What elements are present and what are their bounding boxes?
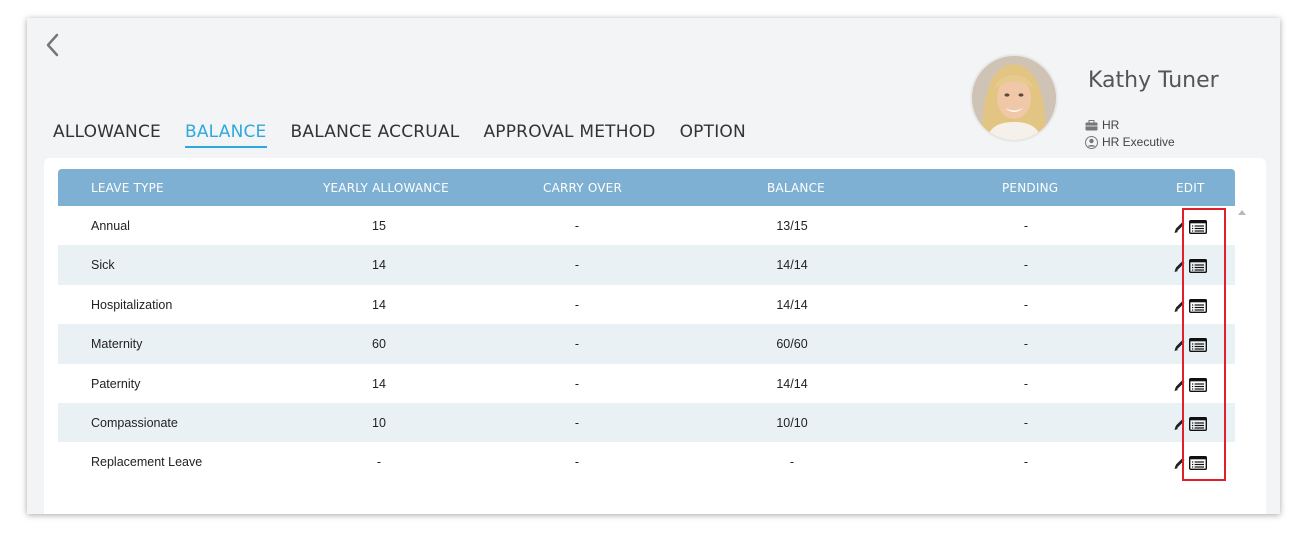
cell-carry-over: - (574, 455, 580, 470)
profile-department-label: HR (1102, 118, 1120, 132)
row-actions (1173, 456, 1208, 473)
cell-pending: - (1023, 258, 1029, 273)
cell-yearly-allowance: 14 (372, 297, 386, 312)
cell-pending: - (1023, 219, 1029, 233)
table-header: LEAVE TYPE YEARLY ALLOWANCE CARRY OVER B… (58, 169, 1235, 206)
cell-carry-over: - (574, 258, 580, 273)
profile-position-label: HR Executive (1102, 135, 1175, 149)
briefcase-icon (1085, 119, 1098, 130)
header-carry-over: CARRY OVER (543, 181, 623, 195)
cell-balance: 14/14 (776, 258, 808, 273)
cell-yearly-allowance: - (376, 455, 382, 470)
list-icon[interactable] (1188, 416, 1208, 434)
tab-allowance[interactable]: ALLOWANCE (53, 122, 161, 148)
cell-yearly-allowance: 10 (372, 415, 386, 430)
table-row: Compassionate 10 - 10/10 - (58, 402, 1235, 443)
chevron-left-icon (46, 33, 59, 57)
tab-balance-accrual[interactable]: BALANCE ACCRUAL (291, 122, 460, 148)
table-body: Annual 15 - 13/15 - Sick 14 - 14/14 - Ho… (58, 206, 1235, 482)
header-yearly-allowance: YEARLY ALLOWANCE (323, 181, 449, 195)
cell-yearly-allowance: 14 (372, 376, 386, 391)
cell-balance: 60/60 (776, 337, 808, 352)
cell-leave-type: Compassionate (91, 415, 178, 430)
avatar (970, 54, 1058, 142)
cell-carry-over: - (574, 376, 580, 391)
pencil-icon[interactable] (1173, 338, 1186, 355)
cell-balance: 14/14 (776, 376, 808, 391)
user-circle-icon (1085, 135, 1098, 149)
header-pending: PENDING (1002, 181, 1059, 195)
header-edit: EDIT (1176, 181, 1205, 195)
tab-balance[interactable]: BALANCE (184, 122, 267, 148)
cell-balance: 10/10 (776, 415, 808, 430)
list-icon[interactable] (1188, 219, 1208, 237)
leave-settings-card: ALLOWANCE BALANCE BALANCE ACCRUAL APPROV… (27, 18, 1280, 514)
profile-position: HR Executive (1085, 135, 1175, 149)
cell-yearly-allowance: 14 (372, 258, 386, 273)
table-row: Maternity 60 - 60/60 - (58, 324, 1235, 364)
list-icon[interactable] (1188, 377, 1208, 395)
back-button[interactable] (41, 32, 63, 58)
list-icon[interactable] (1188, 298, 1208, 316)
row-actions (1173, 338, 1208, 355)
cell-balance: 13/15 (776, 219, 808, 233)
balance-table-panel: LEAVE TYPE YEARLY ALLOWANCE CARRY OVER B… (44, 158, 1266, 514)
profile-department: HR (1085, 118, 1119, 132)
cell-carry-over: - (574, 297, 580, 312)
pencil-icon[interactable] (1173, 456, 1186, 473)
cell-leave-type: Sick (91, 258, 115, 273)
cell-pending: - (1023, 376, 1029, 391)
pencil-icon[interactable] (1173, 378, 1186, 395)
cell-carry-over: - (574, 415, 580, 430)
pencil-icon[interactable] (1173, 259, 1186, 276)
list-icon[interactable] (1188, 338, 1208, 355)
row-actions (1173, 219, 1208, 237)
table-row: Hospitalization 14 - 14/14 - (58, 285, 1235, 324)
pencil-icon[interactable] (1173, 417, 1186, 434)
table-row: Annual 15 - 13/15 - (58, 206, 1235, 245)
cell-leave-type: Paternity (91, 376, 141, 391)
row-actions (1173, 416, 1208, 434)
profile-block: Kathy Tuner HR HR Executive (970, 54, 1270, 149)
tab-bar: ALLOWANCE BALANCE BALANCE ACCRUAL APPROV… (53, 122, 770, 148)
profile-name: Kathy Tuner (1088, 68, 1219, 93)
header-balance: BALANCE (767, 181, 825, 195)
tab-option[interactable]: OPTION (680, 122, 746, 148)
cell-pending: - (1023, 415, 1029, 430)
vertical-scrollbar[interactable] (1235, 206, 1249, 514)
table-row: Replacement Leave - - - - (58, 442, 1235, 481)
cell-yearly-allowance: 15 (372, 219, 386, 233)
cell-yearly-allowance: 60 (372, 337, 386, 352)
scroll-up-arrow-icon[interactable] (1238, 210, 1246, 215)
pencil-icon[interactable] (1173, 220, 1186, 237)
cell-carry-over: - (574, 337, 580, 352)
row-actions (1173, 377, 1208, 395)
list-icon[interactable] (1188, 456, 1208, 473)
list-icon[interactable] (1188, 259, 1208, 276)
cell-leave-type: Annual (91, 219, 130, 233)
cell-leave-type: Maternity (91, 337, 143, 352)
cell-leave-type: Hospitalization (91, 297, 173, 312)
cell-carry-over: - (574, 219, 580, 233)
pencil-icon[interactable] (1173, 299, 1186, 316)
tab-approval-method[interactable]: APPROVAL METHOD (483, 122, 655, 148)
cell-balance: - (789, 455, 795, 470)
header-leave-type: LEAVE TYPE (91, 181, 164, 195)
cell-pending: - (1023, 337, 1029, 352)
cell-pending: - (1023, 297, 1029, 312)
cell-leave-type: Replacement Leave (91, 455, 203, 470)
cell-pending: - (1023, 455, 1029, 470)
cell-balance: 14/14 (776, 297, 808, 312)
row-actions (1173, 259, 1208, 276)
table-row: Sick 14 - 14/14 - (58, 245, 1235, 285)
table-row: Paternity 14 - 14/14 - (58, 364, 1235, 403)
row-actions (1173, 298, 1208, 316)
